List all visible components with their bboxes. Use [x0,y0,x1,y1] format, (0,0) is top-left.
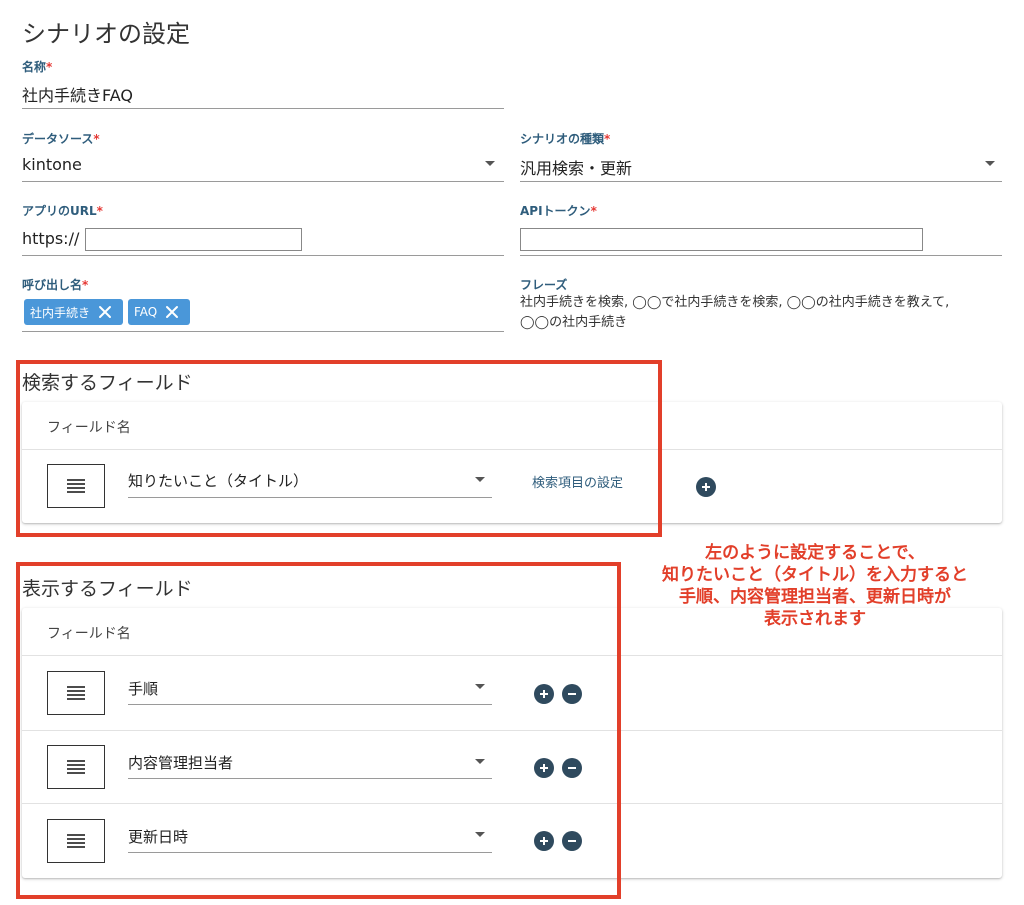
api-token-label: APIトークン* [520,204,597,218]
phrase-line-1: 社内手続きを検索, ◯◯で社内手続きを検索, ◯◯の社内手続きを教えて, [520,295,950,310]
datasource-label: データソース* [22,132,100,146]
annotation-line-3: 手順、内容管理担当者、更新日時が [679,587,951,607]
page-title: シナリオの設定 [22,20,190,48]
scenario-type-label: シナリオの種類* [520,132,611,146]
name-underline [22,108,504,109]
phrase-text: 社内手続きを検索, ◯◯で社内手続きを検索, ◯◯の社内手続きを教えて, ◯◯の… [520,293,990,333]
api-token-input[interactable] [520,228,923,251]
chip-label: FAQ [134,305,158,319]
chip-call-name-1: 社内手続き [24,299,123,325]
plus-circle-icon [702,483,710,491]
add-search-field-button[interactable] [696,477,716,497]
annotation-line-4: 表示されます [764,609,866,629]
scenario-type-select[interactable]: 汎用検索・更新 [520,155,632,179]
display-highlight-box [16,562,621,899]
api-token-underline [520,255,1002,256]
annotation-line-1: 左のように設定することで、 [705,543,925,563]
chip-call-name-2: FAQ [128,299,190,325]
scenario-type-caret-down-icon[interactable] [985,161,995,166]
call-name-underline [22,331,504,332]
app-url-label: アプリのURL* [22,204,103,218]
app-url-input[interactable] [85,228,302,251]
app-url-underline [22,255,504,256]
close-icon[interactable] [165,305,179,319]
search-highlight-box [16,360,662,537]
datasource-caret-down-icon[interactable] [485,161,495,166]
phrase-label: フレーズ [520,278,568,292]
chip-label: 社内手続き [30,305,91,320]
datasource-underline [22,181,504,182]
annotation-line-2: 知りたいこと（タイトル）を入力すると [662,565,968,585]
scenario-type-underline [520,181,1002,182]
name-input[interactable]: 社内手続きFAQ [22,82,133,106]
app-url-prefix: https:// [22,229,80,248]
annotation-text: 左のように設定することで、 知りたいこと（タイトル）を入力すると 手順、内容管理… [620,542,1010,630]
datasource-select[interactable]: kintone [22,155,82,174]
call-name-label: 呼び出し名* [22,278,89,292]
close-icon[interactable] [98,305,112,319]
phrase-line-2: ◯◯の社内手続き [520,315,628,330]
name-label: 名称* [22,60,53,74]
